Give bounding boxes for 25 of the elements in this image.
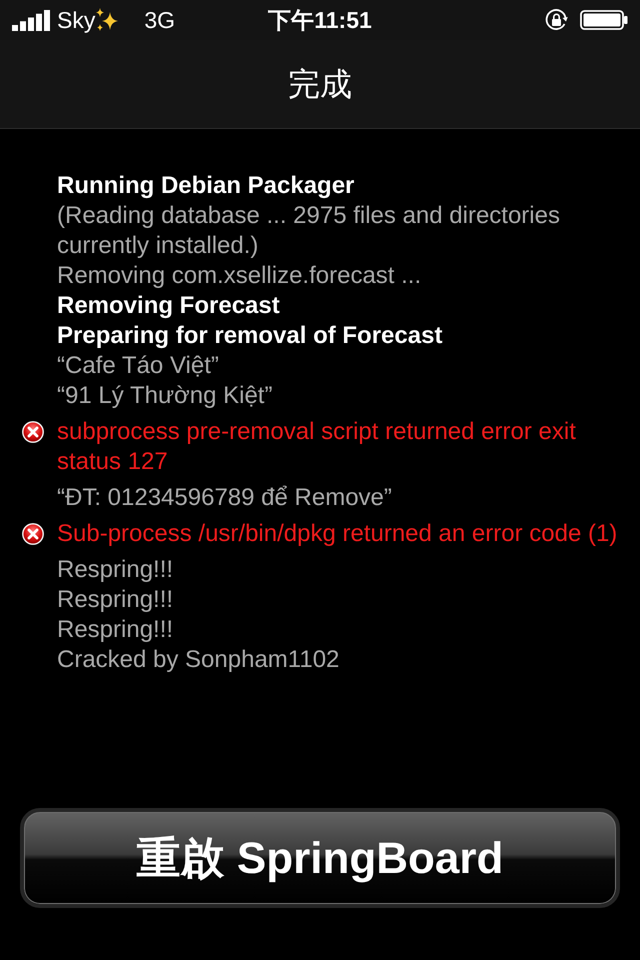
error-message: subprocess pre-removal script returned error exit status 127	[57, 417, 577, 477]
signal-icon	[12, 10, 50, 30]
log-line: “Cafe Táo Việt”	[57, 351, 220, 381]
log-heading: Running Debian Packager	[57, 171, 356, 201]
error-message: Sub-process /usr/bin/dpkg returned an error code (1)	[57, 519, 618, 549]
nav-title: 完成	[288, 65, 352, 104]
log-heading: Removing Forecast	[57, 291, 281, 321]
log-line: Cracked by Sonpham1102	[57, 645, 340, 675]
log-line: Respring!!!	[57, 585, 174, 615]
log-line: “ĐT: 01234596789 để Remove”	[57, 483, 393, 513]
restart-springboard-button[interactable]: 重啟 SpringBoard	[20, 808, 620, 908]
log-line: (Reading database ... 2975 files and directories currently installed.)	[57, 201, 561, 261]
error-icon	[22, 421, 44, 443]
log-line: “91 Lý Thường Kiệt”	[57, 381, 274, 411]
rotation-lock-icon	[545, 8, 568, 32]
sparkles-icon	[95, 8, 120, 32]
log-line: Removing com.xsellize.forecast ...	[57, 261, 422, 291]
network-type: 3G	[144, 6, 176, 34]
clock-time: 下午11:51	[268, 6, 372, 34]
carrier-name: Sky	[57, 6, 96, 34]
log-heading: Preparing for removal of Forecast	[57, 321, 444, 351]
error-icon	[22, 523, 44, 545]
log-line: Respring!!!	[57, 615, 174, 645]
battery-icon	[580, 10, 628, 30]
log-line: Respring!!!	[57, 555, 174, 585]
